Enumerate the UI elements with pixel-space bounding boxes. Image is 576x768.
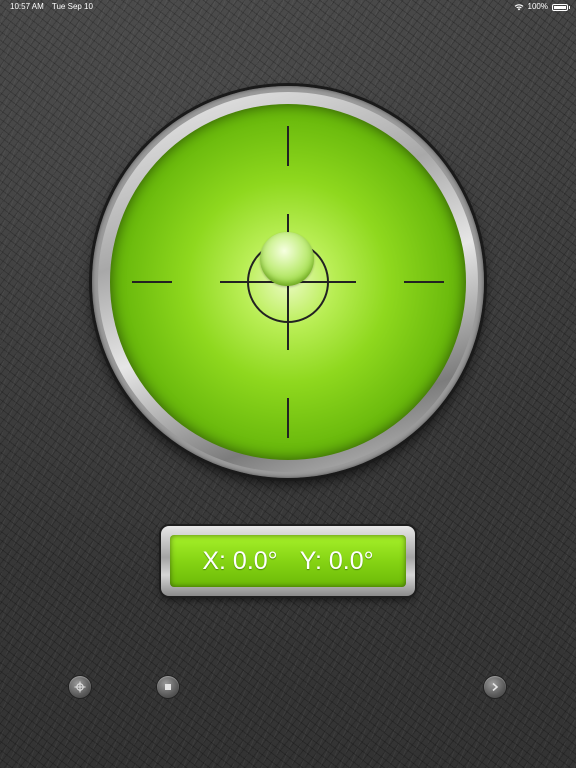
status-right: 100%	[514, 0, 570, 14]
x-value: 0.0°	[232, 546, 278, 575]
bubble-level-face	[110, 104, 466, 460]
status-left: 10:57 AM Tue Sep 10	[10, 0, 99, 14]
angle-readout-frame: X: 0.0° Y: 0.0°	[161, 526, 415, 596]
stop-icon	[165, 684, 171, 690]
y-label: Y:	[299, 546, 322, 575]
x-angle-readout: X: 0.0°	[202, 547, 277, 576]
level-bubble	[260, 232, 314, 286]
y-value: 0.0°	[328, 546, 374, 575]
calibrate-button[interactable]	[69, 676, 91, 698]
lock-button[interactable]	[157, 676, 179, 698]
x-label: X:	[202, 546, 226, 575]
status-date: Tue Sep 10	[51, 2, 93, 11]
next-button[interactable]	[484, 676, 506, 698]
status-time: 10:57 AM	[10, 2, 44, 11]
bubble-level-bezel	[92, 86, 484, 478]
battery-percent: 100%	[527, 2, 548, 11]
target-icon	[74, 681, 86, 693]
status-bar: 10:57 AM Tue Sep 10 100%	[0, 0, 576, 14]
battery-icon	[552, 3, 570, 11]
wifi-icon	[514, 4, 523, 11]
angle-readout-display: X: 0.0° Y: 0.0°	[170, 535, 406, 587]
chevron-right-icon	[492, 682, 499, 692]
y-angle-readout: Y: 0.0°	[300, 547, 374, 576]
